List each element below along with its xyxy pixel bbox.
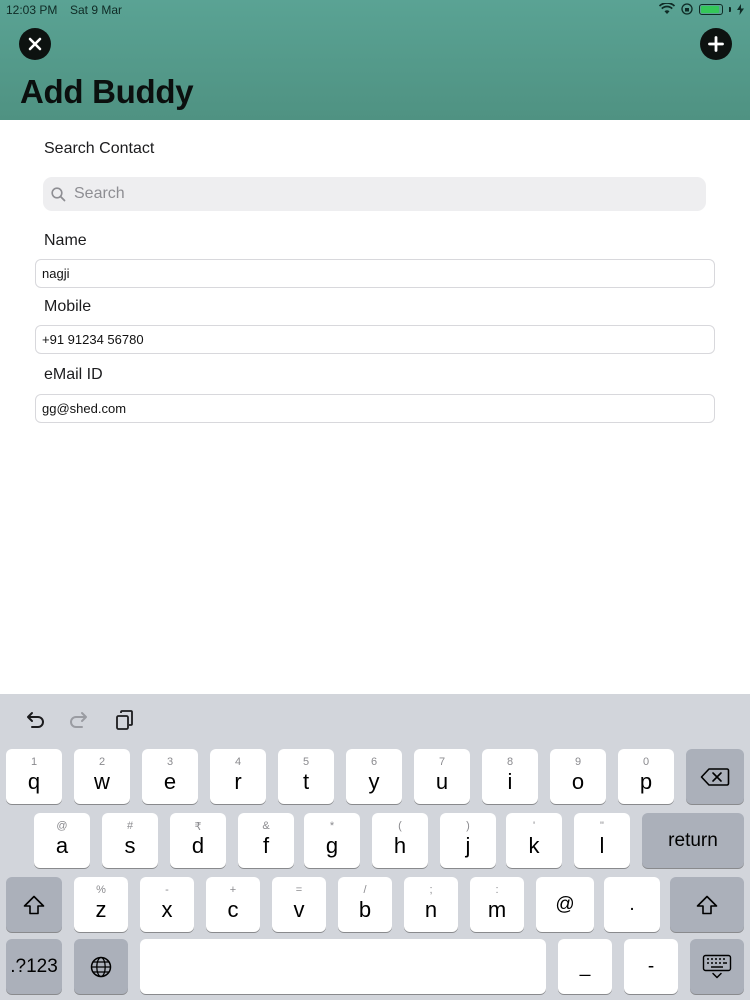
globe-icon (90, 956, 112, 977)
add-buddy-screen: 12:03 PM Sat 9 Mar Add Buddy Search Cont… (0, 0, 750, 1000)
name-field[interactable]: nagji (35, 259, 715, 288)
key-k[interactable]: ' k (506, 813, 562, 868)
delete-key[interactable] (686, 749, 744, 804)
key-f[interactable]: & f (238, 813, 294, 868)
status-time: 12:03 PM (6, 3, 58, 17)
charging-bolt-icon (737, 3, 744, 15)
key-c[interactable]: + c (206, 877, 260, 932)
key-n[interactable]: ; n (404, 877, 458, 932)
key-period[interactable]: . (604, 877, 660, 932)
key-y[interactable]: 6y (346, 749, 402, 804)
key-z[interactable]: % z (74, 877, 128, 932)
key-e[interactable]: 3e (142, 749, 198, 804)
status-bar: 12:03 PM Sat 9 Mar (0, 0, 750, 22)
name-value: nagji (42, 266, 70, 281)
add-button[interactable] (700, 28, 732, 60)
search-bar[interactable] (43, 177, 706, 211)
key-x[interactable]: -x (140, 877, 194, 932)
shift-icon (23, 895, 45, 914)
search-icon (51, 186, 66, 201)
close-button[interactable] (19, 28, 51, 60)
mobile-value: +91 91234 56780 (42, 332, 144, 347)
key-at[interactable]: @ (536, 877, 594, 932)
plus-circle-icon (708, 36, 724, 52)
key-underscore[interactable]: _ (558, 939, 612, 994)
key-dash[interactable]: - (624, 939, 678, 994)
globe-key[interactable] (74, 939, 128, 994)
search-input[interactable] (74, 185, 674, 203)
name-label: Name (44, 232, 87, 249)
key-v[interactable]: = v (272, 877, 326, 932)
search-contact-label: Search Contact (44, 140, 155, 157)
email-field[interactable]: gg @shed.com (35, 394, 715, 423)
email-label: eMail ID (44, 366, 103, 383)
paste-icon[interactable] (113, 708, 137, 732)
shift-icon (696, 895, 718, 914)
keyboard-toolbar (0, 694, 750, 746)
email-value-suffix: @shed.com (56, 401, 127, 416)
mobile-field[interactable]: +91 91234 56780 (35, 325, 715, 354)
redo-icon[interactable] (67, 708, 91, 732)
status-icons (659, 3, 744, 15)
orientation-lock-icon (681, 3, 693, 15)
key-p[interactable]: 0p (618, 749, 674, 804)
key-g[interactable]: * g (304, 813, 360, 868)
shift-key-left[interactable] (6, 877, 62, 932)
key-r[interactable]: 4r (210, 749, 266, 804)
key-o[interactable]: 9o (550, 749, 606, 804)
space-bar[interactable] (140, 939, 546, 994)
key-m[interactable]: :m (470, 877, 524, 932)
on-screen-keyboard: 1q 2w 3e 4r 5t 6y 7u 8i 9o 0p @ a # s ₹ d &… (0, 694, 750, 1000)
backspace-icon (700, 767, 730, 786)
numbers-key[interactable]: .?123 (6, 939, 62, 994)
key-b[interactable]: / b (338, 877, 392, 932)
key-s[interactable]: # s (102, 813, 158, 868)
key-l[interactable]: " l (574, 813, 630, 868)
undo-icon[interactable] (23, 708, 47, 732)
return-key[interactable]: return (642, 813, 744, 868)
header-bar: 12:03 PM Sat 9 Mar Add Buddy (0, 0, 750, 120)
key-h[interactable]: (h (372, 813, 428, 868)
key-t[interactable]: 5t (278, 749, 334, 804)
wifi-icon (659, 3, 675, 14)
key-w[interactable]: 2w (74, 749, 130, 804)
dismiss-keyboard-key[interactable] (690, 939, 744, 994)
mobile-label: Mobile (44, 298, 92, 315)
key-q[interactable]: 1q (6, 749, 62, 804)
page-title: Add Buddy (20, 73, 194, 110)
status-date: Sat 9 Mar (70, 3, 123, 17)
close-circle-icon (28, 37, 42, 51)
key-u[interactable]: 7u (414, 749, 470, 804)
key-a[interactable]: @ a (34, 813, 90, 868)
keyboard-dismiss-icon (702, 954, 732, 978)
email-value-prefix: gg (42, 401, 57, 416)
key-i[interactable]: 8i (482, 749, 538, 804)
key-d[interactable]: ₹ d (170, 813, 226, 868)
shift-key-right[interactable] (670, 877, 744, 932)
battery-icon (699, 3, 723, 15)
key-j[interactable]: ) j (440, 813, 496, 868)
